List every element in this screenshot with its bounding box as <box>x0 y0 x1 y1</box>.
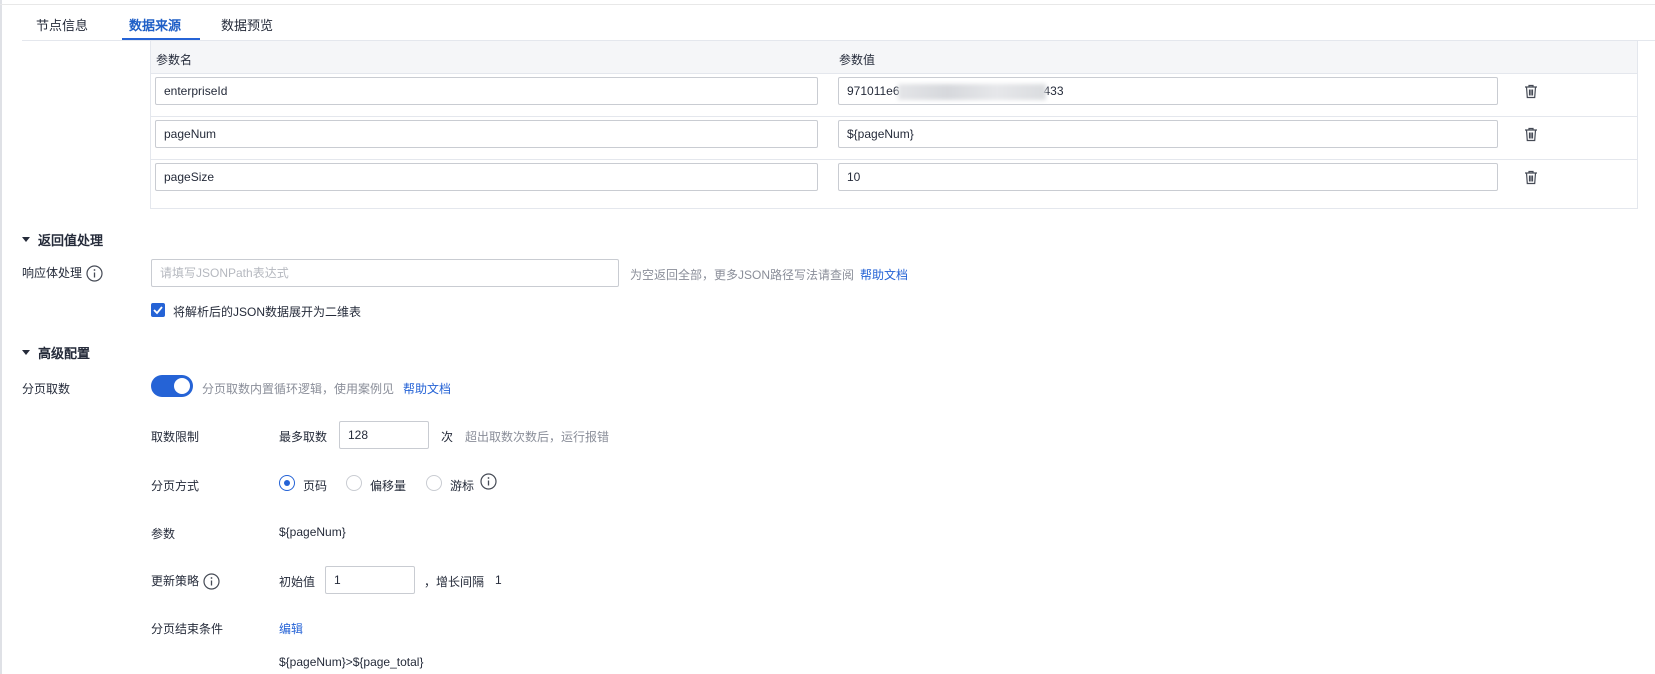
trash-icon[interactable] <box>1524 127 1538 142</box>
info-icon[interactable] <box>86 265 103 282</box>
param-label: 参数 <box>151 527 176 541</box>
tab-data-preview[interactable]: 数据预览 <box>221 15 273 34</box>
step-label: ，增长间隔 <box>424 575 485 589</box>
flatten-json-label[interactable]: 将解析后的JSON数据展开为二维表 <box>173 303 361 320</box>
toggle-knob <box>174 378 190 394</box>
param-value-input[interactable]: 10 <box>838 163 1498 191</box>
params-table-header: 参数名 参数值 <box>151 41 1637 74</box>
help-doc-link[interactable]: 帮助文档 <box>860 266 908 283</box>
param-name-input[interactable]: enterpriseId <box>155 77 818 105</box>
param-name-input[interactable]: pageNum <box>155 120 818 148</box>
paging-toggle[interactable] <box>151 375 193 397</box>
caret-down-icon <box>22 350 30 356</box>
response-body-label: 响应体处理 <box>22 264 103 282</box>
header-param-value: 参数值 <box>839 53 876 67</box>
flatten-json-checkbox[interactable] <box>151 303 165 317</box>
row-divider <box>151 116 1637 117</box>
trash-icon[interactable] <box>1524 170 1538 185</box>
trash-icon[interactable] <box>1524 84 1538 99</box>
response-section-title[interactable]: 返回值处理 <box>22 230 103 249</box>
limit-hint: 超出取数次数后，运行报错 <box>465 430 610 444</box>
radio-cursor[interactable] <box>426 475 442 491</box>
param-value: ${pageNum} <box>279 525 346 539</box>
left-border <box>0 0 2 674</box>
max-fetch-input[interactable]: 128 <box>339 421 429 449</box>
tab-bar: 节点信息 数据来源 数据预览 <box>22 5 1655 41</box>
radio-offset-label[interactable]: 偏移量 <box>370 477 406 494</box>
radio-offset[interactable] <box>346 475 362 491</box>
paging-help-link[interactable]: 帮助文档 <box>403 380 451 397</box>
tab-node-info[interactable]: 节点信息 <box>36 15 88 34</box>
active-tab-indicator <box>122 38 200 40</box>
edit-end-condition-link[interactable]: 编辑 <box>279 620 303 637</box>
end-condition-expression: ${pageNum}>${page_total} <box>279 655 424 669</box>
param-value-input[interactable]: ${pageNum} <box>838 120 1498 148</box>
initial-value-input[interactable]: 1 <box>325 566 415 594</box>
limit-label: 取数限制 <box>151 430 200 444</box>
step-value: 1 <box>495 573 502 587</box>
param-name-input[interactable]: pageSize <box>155 163 818 191</box>
info-icon[interactable] <box>203 573 220 590</box>
end-condition-label: 分页结束条件 <box>151 622 224 636</box>
redacted-blur <box>897 83 1046 100</box>
radio-page-number[interactable] <box>279 475 295 491</box>
radio-cursor-label[interactable]: 游标 <box>450 477 474 494</box>
header-param-name: 参数名 <box>156 53 193 67</box>
info-icon[interactable] <box>480 473 497 490</box>
row-divider <box>151 159 1637 160</box>
paging-label: 分页取数 <box>22 382 71 396</box>
jsonpath-input[interactable]: 请填写JSONPath表达式 <box>151 259 619 287</box>
param-value-input[interactable]: 971011e6 433 <box>838 77 1498 105</box>
paging-hint: 分页取数内置循环逻辑，使用案例见 <box>202 382 395 396</box>
params-table: 参数名 参数值 enterpriseId 971011e6 433 pageNum… <box>150 41 1638 209</box>
paging-mode-label: 分页方式 <box>151 479 200 493</box>
check-icon <box>153 306 163 315</box>
param-value-prefix: 971011e6 <box>847 84 900 98</box>
jsonpath-hint: 为空返回全部，更多JSON路径写法请查阅 <box>630 268 855 282</box>
advanced-section-title[interactable]: 高级配置 <box>22 343 90 362</box>
param-value-suffix: 433 <box>1043 84 1064 98</box>
update-strategy-label: 更新策略 <box>151 572 220 590</box>
tab-data-source[interactable]: 数据来源 <box>129 15 181 34</box>
radio-page-number-label[interactable]: 页码 <box>303 477 327 494</box>
initial-value-label: 初始值 <box>279 575 316 589</box>
max-fetch-label: 最多取数 <box>279 430 328 444</box>
max-fetch-unit: 次 <box>441 430 454 444</box>
caret-down-icon <box>22 237 30 243</box>
